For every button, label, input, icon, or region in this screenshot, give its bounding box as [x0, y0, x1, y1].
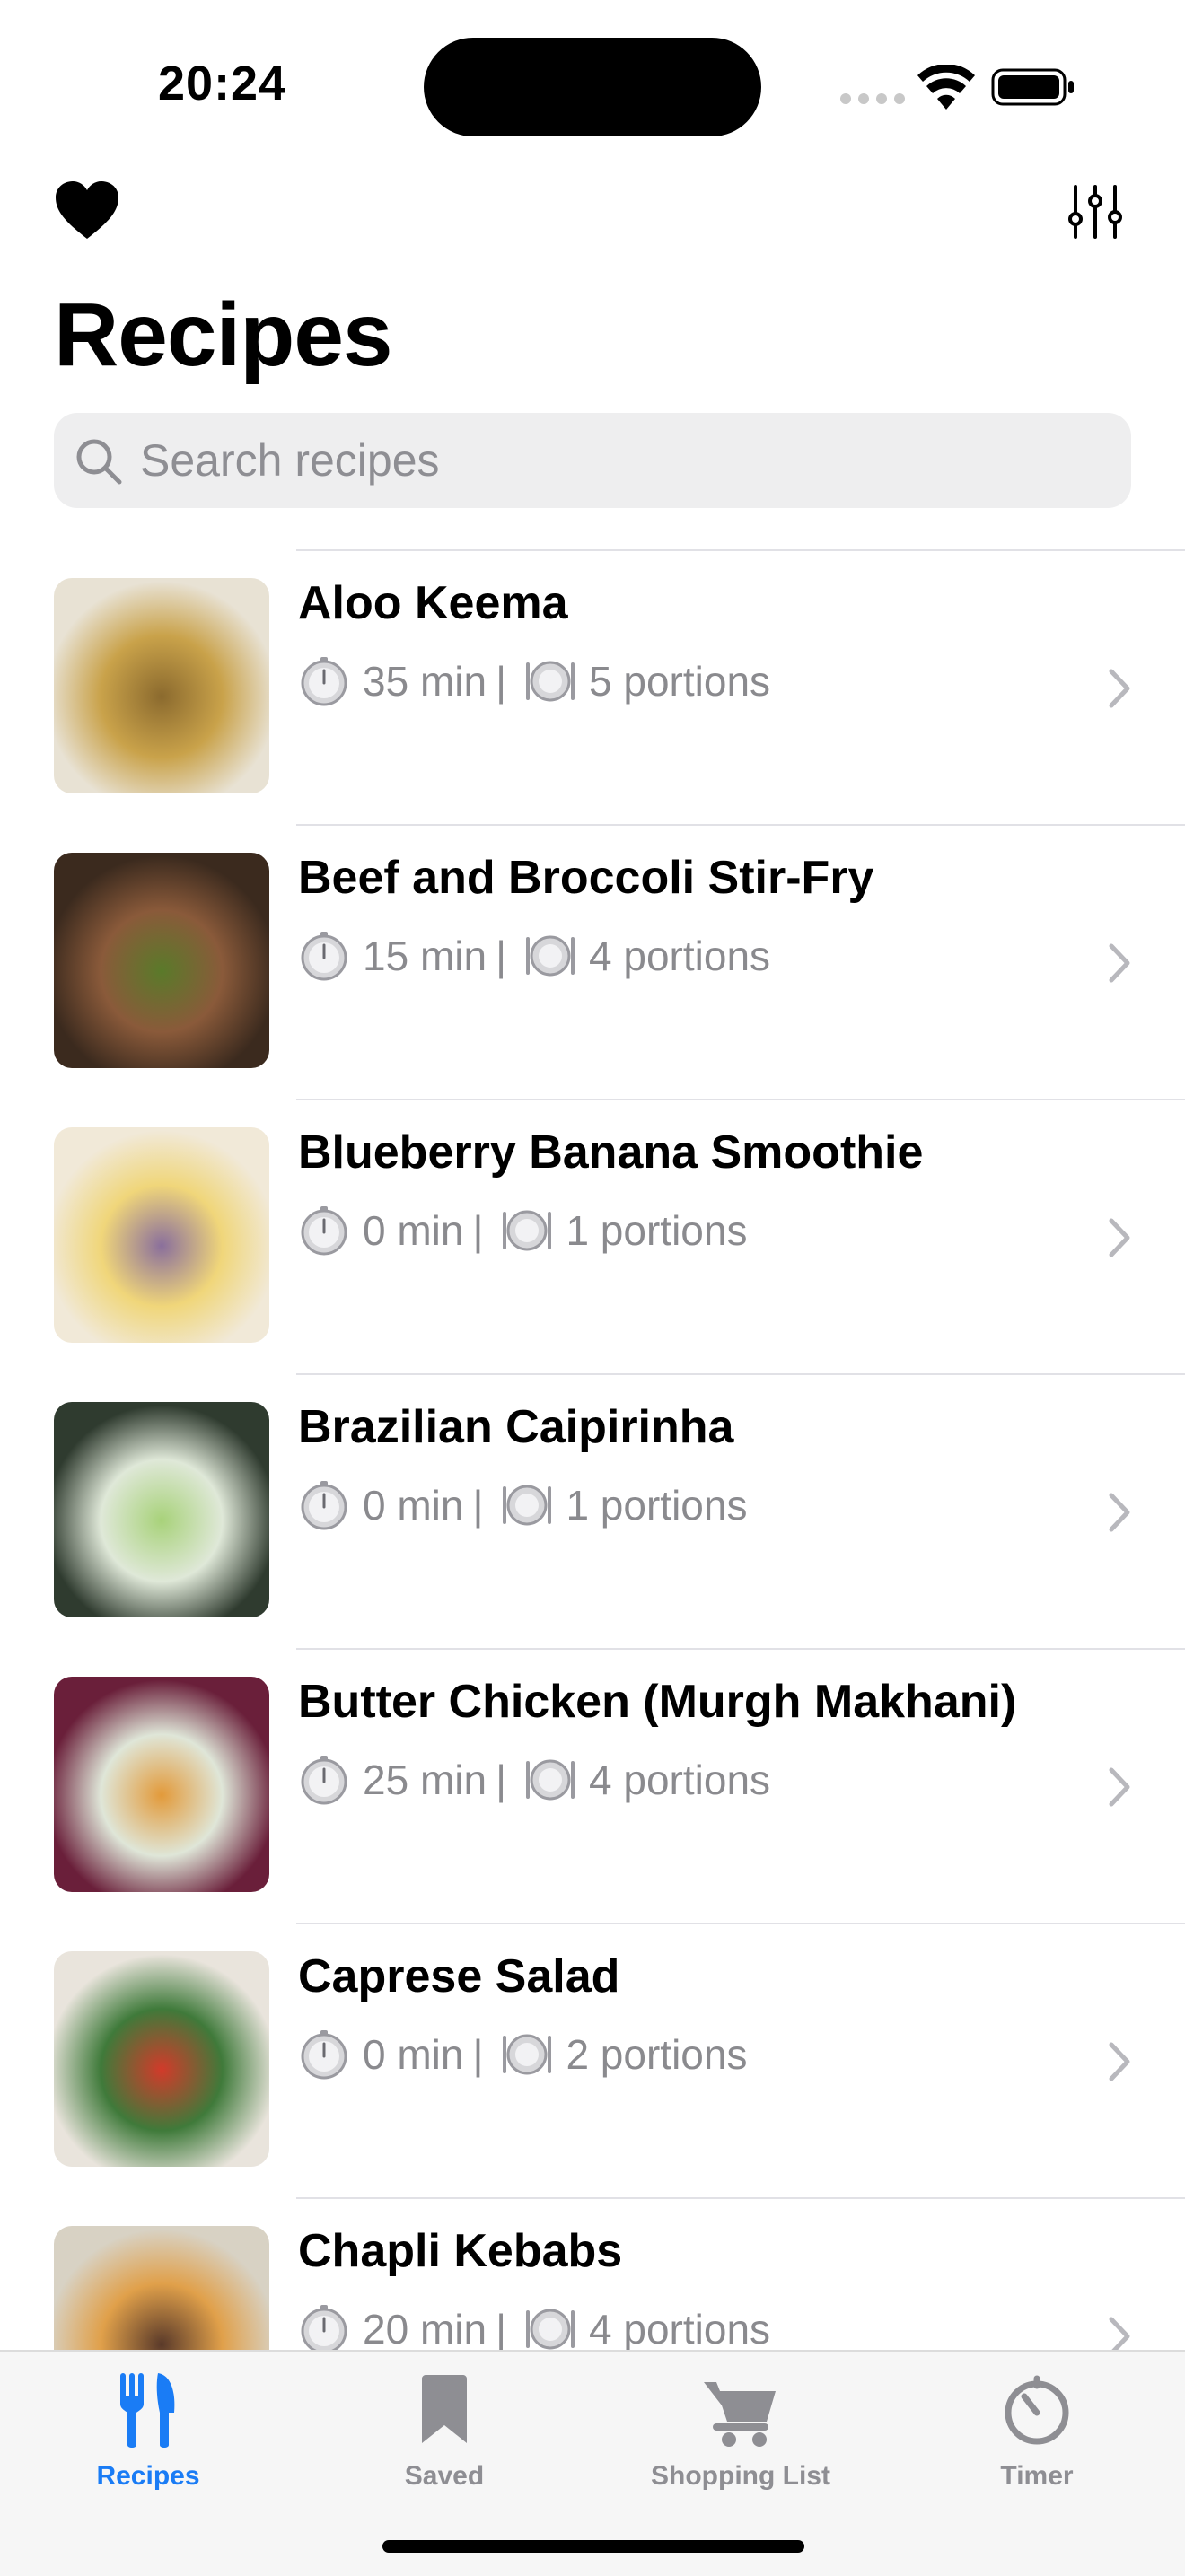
recipe-row[interactable]: Blueberry Banana Smoothie 0 min | 1 portion… [0, 1099, 1185, 1373]
meta-separator: | [496, 1757, 507, 1803]
recipe-thumbnail [54, 1677, 269, 1892]
row-separator [296, 1648, 1185, 1650]
recipe-row[interactable]: Brazilian Caipirinha 0 min | 1 portions [0, 1373, 1185, 1648]
tab-shopping-list[interactable]: Shopping List [592, 2370, 889, 2504]
recipe-title: Beef and Broccoli Stir-Fry [298, 852, 874, 904]
meta-separator: | [472, 1482, 484, 1529]
battery-icon [991, 68, 1074, 106]
row-separator [296, 549, 1185, 551]
tab-label: Timer [1000, 2461, 1074, 2491]
search-icon [76, 439, 122, 485]
recipe-thumbnail [54, 1127, 269, 1343]
recipe-title: Butter Chicken (Murgh Makhani) [298, 1676, 1017, 1728]
dynamic-island [424, 38, 761, 136]
recipe-time: 0 min [363, 2031, 464, 2078]
row-separator [296, 1099, 1185, 1100]
chevron-right-icon [1109, 1767, 1130, 1807]
recipe-time: 15 min [363, 933, 487, 979]
recipe-row[interactable]: Beef and Broccoli Stir-Fry 15 min | 4 porti… [0, 824, 1185, 1099]
meta-separator: | [496, 933, 507, 979]
recipe-meta: 25 min | 4 portions [298, 1754, 770, 1806]
cart-icon [704, 2382, 776, 2447]
recipe-portions: 4 portions [589, 933, 771, 979]
recipe-time: 0 min [363, 1482, 464, 1529]
meta-separator: | [472, 1207, 484, 1254]
recipe-title: Caprese Salad [298, 1950, 620, 2002]
recipe-title: Aloo Keema [298, 577, 568, 629]
tab-timer[interactable]: Timer [889, 2370, 1185, 2504]
recipe-portions: 4 portions [589, 1757, 771, 1803]
plate-icon [503, 1210, 552, 1251]
tab-saved[interactable]: Saved [296, 2370, 592, 2504]
recipe-meta: 0 min | 1 portions [298, 1205, 747, 1257]
stopwatch-icon [301, 657, 347, 706]
tab-label: Recipes [96, 2461, 200, 2491]
chevron-right-icon [1109, 2042, 1130, 2081]
recipe-title: Chapli Kebabs [298, 2225, 623, 2277]
stopwatch-icon [301, 1206, 347, 1256]
meta-separator: | [496, 2306, 507, 2353]
plate-icon [526, 1759, 575, 1801]
recipe-list: Aloo Keema 35 min | 5 portions Beef and Broc… [0, 549, 1185, 2472]
chevron-right-icon [1109, 1218, 1130, 1257]
meta-separator: | [496, 658, 507, 705]
tab-label: Shopping List [651, 2461, 830, 2491]
fork-knife-icon [120, 2373, 175, 2448]
recipe-meta: 15 min | 4 portions [298, 930, 770, 982]
chevron-right-icon [1109, 943, 1130, 983]
recipe-thumbnail [54, 578, 269, 793]
sliders-icon[interactable] [1066, 183, 1124, 241]
bookmark-icon [422, 2375, 467, 2443]
row-separator [296, 824, 1185, 826]
wifi-icon [917, 65, 975, 110]
row-separator [296, 1373, 1185, 1375]
status-time: 20:24 [158, 57, 287, 110]
plate-icon [503, 1485, 552, 1526]
recipe-row[interactable]: Caprese Salad 0 min | 2 portions [0, 1923, 1185, 2197]
row-separator [296, 1923, 1185, 1924]
tab-label: Saved [404, 2461, 485, 2491]
home-indicator [382, 2540, 804, 2553]
heart-icon[interactable] [54, 180, 120, 241]
recipe-meta: 35 min | 5 portions [298, 655, 770, 707]
chevron-right-icon [1109, 1493, 1130, 1532]
stopwatch-icon [301, 2030, 347, 2080]
recipe-meta: 0 min | 1 portions [298, 1479, 747, 1531]
recipe-meta: 0 min | 2 portions [298, 2028, 747, 2081]
recipe-portions: 4 portions [589, 2306, 771, 2353]
stopwatch-icon [301, 2305, 347, 2354]
recipe-time: 20 min [363, 2306, 487, 2353]
plate-icon [526, 661, 575, 702]
recipe-portions: 5 portions [589, 658, 771, 705]
timer-icon [1005, 2375, 1069, 2445]
recipe-row[interactable]: Aloo Keema 35 min | 5 portions [0, 549, 1185, 824]
chevron-right-icon [1109, 669, 1130, 708]
recipe-meta: 20 min | 4 portions [298, 2303, 770, 2355]
plate-icon [526, 2309, 575, 2350]
recipe-time: 25 min [363, 1757, 487, 1803]
recipe-thumbnail [54, 853, 269, 1068]
plate-icon [526, 935, 575, 977]
recipe-title: Blueberry Banana Smoothie [298, 1126, 924, 1178]
row-separator [296, 2197, 1185, 2199]
stopwatch-icon [301, 1756, 347, 1805]
plate-icon [503, 2034, 552, 2075]
recipe-portions: 1 portions [566, 1207, 748, 1254]
recipe-time: 35 min [363, 658, 487, 705]
search-input[interactable] [140, 413, 1110, 508]
recipe-time: 0 min [363, 1207, 464, 1254]
recipe-thumbnail [54, 1402, 269, 1617]
recipe-portions: 2 portions [566, 2031, 748, 2078]
recipe-title: Brazilian Caipirinha [298, 1401, 734, 1453]
recipe-row[interactable]: Butter Chicken (Murgh Makhani) 25 min | 4 p… [0, 1648, 1185, 1923]
stopwatch-icon [301, 932, 347, 981]
page-title: Recipes [54, 285, 393, 385]
stopwatch-icon [301, 1481, 347, 1530]
cellular-signal-icon [840, 93, 905, 104]
search-bar[interactable] [54, 413, 1131, 508]
tab-recipes[interactable]: Recipes [0, 2370, 296, 2504]
meta-separator: | [472, 2031, 484, 2078]
recipe-portions: 1 portions [566, 1482, 748, 1529]
recipe-thumbnail [54, 1951, 269, 2167]
